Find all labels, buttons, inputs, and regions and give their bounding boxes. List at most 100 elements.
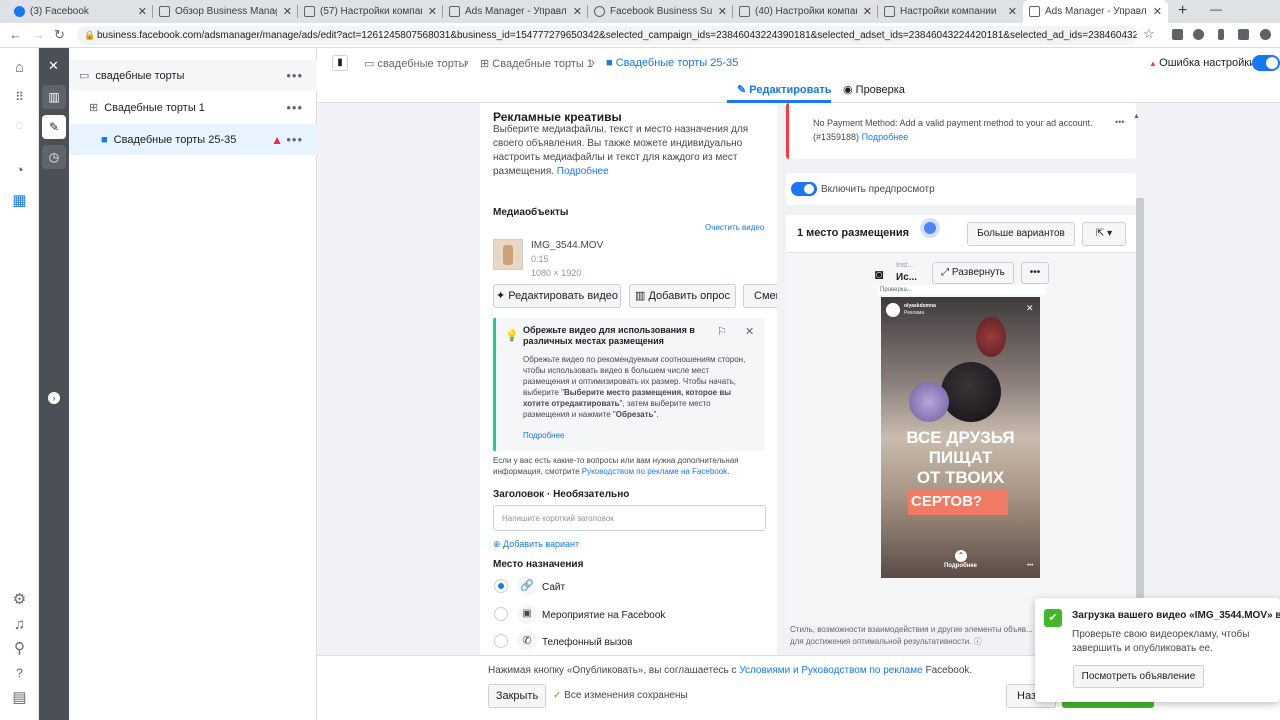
report-icon[interactable]: ▤ — [10, 688, 29, 707]
tree-item-adset[interactable]: ⊞ Свадебные торты 1 ••• — [69, 92, 317, 123]
tip-text: чтобы использовать видео в большем числе… — [523, 366, 710, 375]
publish-toggle[interactable] — [1252, 55, 1280, 71]
tab-edit[interactable]: ✎ Редактировать — [737, 83, 832, 96]
browser-tab[interactable]: Настройки компании ✕ — [878, 0, 1023, 23]
new-tab-button[interactable]: + — [1178, 2, 1187, 20]
scrollbar[interactable] — [1136, 198, 1144, 598]
close-button[interactable]: Закрыть — [488, 684, 546, 708]
video-thumbnail[interactable] — [493, 239, 523, 270]
expand-chevron-icon[interactable]: › — [48, 392, 60, 404]
close-icon[interactable]: ✕ — [863, 5, 872, 18]
help-text: . — [727, 467, 730, 476]
more-icon[interactable]: ••• — [1115, 117, 1124, 127]
pencil-icon[interactable]: ✎ — [42, 115, 66, 139]
apps-grid-icon[interactable]: ⠿ — [10, 88, 29, 107]
browser-tab[interactable]: (3) Facebook ✕ — [8, 0, 153, 23]
back-arrow-icon[interactable]: ← — [9, 27, 22, 42]
replace-button[interactable]: Сменить — [743, 284, 777, 308]
close-icon[interactable]: ✕ — [428, 5, 437, 18]
story-video-preview[interactable]: olyaskdomna Реклама ✕ ВСЕ ДРУЗЬЯ ПИЩАТ О… — [881, 297, 1040, 578]
story-cta[interactable]: Подробнее — [881, 563, 1040, 569]
file-dimensions: 1080 × 1920 — [531, 268, 582, 278]
search-icon[interactable]: ⚲ — [10, 639, 29, 658]
url-input[interactable]: 🔒 business.facebook.com/adsmanager/manag… — [77, 26, 1137, 45]
close-icon[interactable]: ✕ — [573, 5, 582, 18]
browser-tab[interactable]: Facebook Business Suite ✕ — [588, 0, 733, 23]
more-options-button[interactable]: Больше вариантов — [967, 222, 1075, 246]
campaigns-table-icon[interactable]: ▦ — [10, 191, 29, 210]
setup-error-status[interactable]: ▲ Ошибка настройки — [1149, 57, 1255, 69]
close-icon[interactable]: ✕ — [1008, 5, 1017, 18]
extension-icon[interactable] — [1260, 29, 1271, 40]
breadcrumb-adset[interactable]: ⊞ Свадебные торты 1 — [480, 57, 593, 70]
close-icon[interactable]: ✕ — [1153, 5, 1162, 18]
reload-icon[interactable]: ↻ — [54, 27, 65, 43]
extension-icon[interactable] — [1172, 29, 1183, 40]
breadcrumb-ad[interactable]: ■ Свадебные торты 25-35 — [606, 57, 738, 69]
view-ad-button[interactable]: Посмотреть объявление — [1073, 665, 1204, 688]
campaign-tree: ▭ свадебные торты ••• ⊞ Свадебные торты … — [69, 48, 317, 720]
close-icon[interactable]: ✕ — [718, 5, 727, 18]
add-poll-button[interactable]: ▥ Добавить опрос — [629, 284, 736, 308]
radio-site[interactable] — [494, 579, 508, 593]
forward-arrow-icon[interactable]: → — [32, 27, 45, 42]
browser-tab[interactable]: Ads Manager - Управление✕ — [443, 0, 588, 23]
gear-icon[interactable]: ⚙ — [10, 590, 29, 609]
learn-more-link[interactable]: Подробнее — [557, 166, 609, 177]
preview-note: Стиль, возможности взаимодействия и друг… — [790, 625, 1033, 634]
tip-text: размещения и оптимизировать их размер. Ч… — [523, 377, 737, 386]
dashboard-icon[interactable]: ◔ — [10, 161, 29, 180]
sidebar-toggle-icon[interactable]: ▮ — [332, 55, 348, 71]
close-icon[interactable]: ✕ — [283, 5, 292, 18]
close-icon[interactable]: ✕ — [48, 58, 59, 74]
expand-button[interactable]: ⤢ Развернуть — [932, 262, 1014, 284]
tab-review[interactable]: ◉ Проверка — [843, 83, 905, 96]
browser-tab[interactable]: Обзор Business Manager✕ — [153, 0, 298, 23]
minimize-icon[interactable]: — — [1210, 2, 1222, 16]
star-icon[interactable]: ☆ — [1143, 26, 1155, 42]
help-icon[interactable]: ? — [10, 664, 29, 683]
edit-video-button[interactable]: ✦ Редактировать видео — [493, 284, 621, 308]
home-icon[interactable]: ⌂ — [10, 58, 29, 77]
history-icon[interactable]: ◷ — [42, 145, 66, 169]
feedback-icon[interactable]: ⚐ — [717, 325, 727, 338]
breadcrumb-campaign[interactable]: ▭ свадебные торты — [364, 57, 467, 70]
bell-icon[interactable]: ♫ — [10, 615, 29, 634]
clear-video-link[interactable]: Очистить видео — [705, 223, 764, 232]
page-icon — [884, 6, 895, 17]
close-icon[interactable]: ✕ — [1026, 303, 1034, 314]
extension-icon[interactable] — [1238, 29, 1249, 40]
error-learn-more-link[interactable]: Подробнее — [862, 132, 909, 142]
share-dropdown-button[interactable]: ⇱ ▾ — [1082, 222, 1126, 246]
add-variant-button[interactable]: ⊕ Добавить вариант — [493, 539, 579, 550]
chart-icon[interactable]: ▥ — [42, 85, 66, 109]
browser-tab-active[interactable]: Ads Manager - Управление✕ — [1023, 0, 1168, 23]
tree-item-campaign[interactable]: ▭ свадебные торты ••• — [69, 60, 317, 91]
ad-guide-link[interactable]: Руководством по рекламе на Facebook — [582, 467, 727, 476]
tip-learn-more-link[interactable]: Подробнее — [523, 431, 565, 440]
more-icon[interactable]: ••• — [286, 132, 303, 147]
scroll-up-icon[interactable]: ▲ — [1133, 113, 1140, 120]
more-icon[interactable]: ••• — [286, 68, 303, 83]
check-icon: ✓ — [553, 690, 565, 701]
browser-tab[interactable]: (40) Настройки компании✕ — [733, 0, 878, 23]
close-icon[interactable]: ✕ — [745, 325, 754, 338]
extension-icon[interactable] — [1218, 29, 1224, 40]
close-icon[interactable]: ✕ — [138, 5, 147, 18]
more-icon[interactable]: ••• — [286, 100, 303, 115]
radio-call[interactable] — [494, 634, 508, 648]
toast-body: Проверьте свою видеорекламу, чтобы — [1072, 629, 1250, 640]
preview-toggle[interactable] — [791, 182, 817, 196]
cursor-highlight — [924, 222, 936, 234]
info-icon[interactable]: ⓘ — [974, 637, 982, 646]
headline-input[interactable]: Напишите короткий заголовок — [493, 505, 766, 531]
extension-icon[interactable] — [1193, 29, 1204, 40]
profile-icon[interactable]: ◌ — [10, 116, 29, 135]
tree-item-ad[interactable]: ■ Свадебные торты 25-35 ▲ ••• — [69, 124, 317, 155]
browser-tab[interactable]: (57) Настройки компании✕ — [298, 0, 443, 23]
pencil-icon: ✎ — [737, 84, 750, 96]
berry-image — [976, 317, 1006, 357]
more-button[interactable]: ••• — [1021, 262, 1049, 284]
radio-event[interactable] — [494, 607, 508, 621]
terms-link[interactable]: Условиями и Руководством по рекламе — [739, 665, 922, 676]
